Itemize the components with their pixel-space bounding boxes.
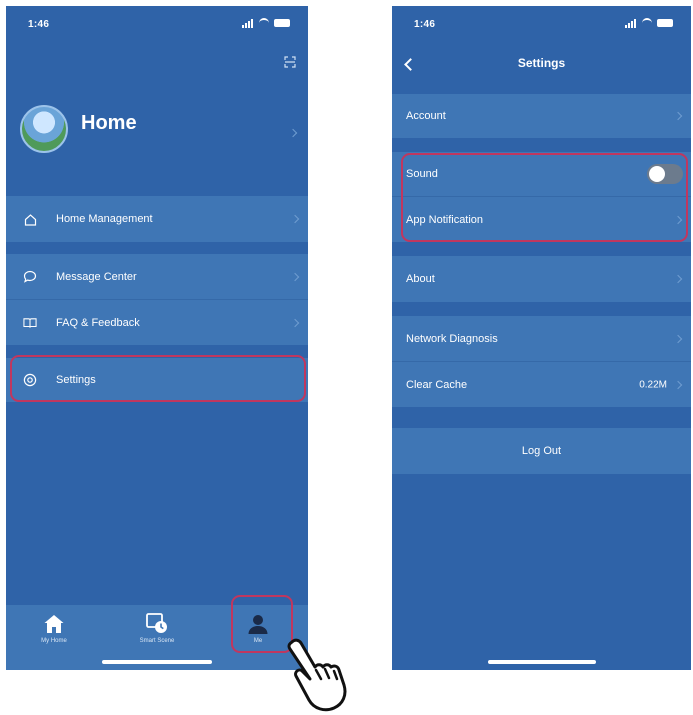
settings-row-about[interactable]: About bbox=[392, 256, 691, 302]
row-label: Network Diagnosis bbox=[406, 332, 498, 345]
signal-icon bbox=[242, 18, 254, 28]
chevron-right-icon bbox=[673, 380, 683, 389]
menu-item-label: Home Management bbox=[56, 213, 153, 225]
status-time: 1:46 bbox=[28, 19, 50, 30]
status-bar: 1:46 bbox=[6, 6, 308, 40]
settings-screen: 1:46 Settings Account Sound App Notifica… bbox=[392, 6, 691, 670]
sound-notification-highlight bbox=[401, 153, 688, 242]
status-time: 1:46 bbox=[414, 19, 436, 30]
pointing-hand-icon bbox=[287, 638, 347, 712]
settings-row-clear-cache[interactable]: Clear Cache 0.22M bbox=[392, 362, 691, 407]
home-indicator bbox=[102, 660, 212, 664]
menu-item-home-management[interactable]: Home Management bbox=[6, 196, 308, 242]
menu-item-label: Message Center bbox=[56, 270, 137, 283]
cache-size-value: 0.22M bbox=[639, 379, 667, 390]
chevron-right-icon bbox=[673, 111, 683, 121]
home-icon bbox=[24, 609, 84, 635]
chevron-right-icon bbox=[288, 128, 298, 138]
house-outline-icon bbox=[23, 212, 37, 226]
chevron-right-icon bbox=[290, 214, 300, 224]
settings-row-network-diagnosis[interactable]: Network Diagnosis bbox=[392, 316, 691, 361]
home-indicator bbox=[487, 660, 596, 664]
home-avatar[interactable] bbox=[20, 105, 68, 153]
home-name[interactable]: Home bbox=[81, 112, 137, 135]
battery-icon bbox=[274, 19, 290, 27]
status-bar: 1:46 bbox=[392, 6, 691, 40]
scene-clock-icon bbox=[127, 609, 187, 635]
tab-my-home[interactable]: My Home bbox=[24, 609, 84, 644]
book-icon bbox=[23, 316, 37, 330]
chevron-right-icon bbox=[673, 274, 683, 284]
page-title: Settings bbox=[517, 56, 566, 70]
log-out-button[interactable]: Log Out bbox=[392, 428, 691, 474]
chevron-right-icon bbox=[290, 318, 300, 327]
tab-smart-scene[interactable]: Smart Scene bbox=[127, 609, 187, 644]
menu-item-faq-feedback[interactable]: FAQ & Feedback bbox=[6, 300, 308, 345]
row-label: Account bbox=[406, 110, 446, 122]
settings-highlight bbox=[10, 355, 306, 402]
chevron-right-icon bbox=[290, 272, 300, 281]
wifi-icon bbox=[642, 18, 652, 28]
log-out-label: Log Out bbox=[521, 445, 562, 457]
menu-item-label: FAQ & Feedback bbox=[56, 316, 140, 329]
tab-label: Smart Scene bbox=[139, 638, 175, 644]
row-label: Clear Cache bbox=[406, 378, 468, 391]
signal-icon bbox=[625, 18, 637, 28]
scan-icon[interactable] bbox=[284, 56, 296, 68]
chevron-right-icon bbox=[673, 334, 683, 343]
row-label: About bbox=[406, 273, 435, 285]
settings-row-account[interactable]: Account bbox=[392, 94, 691, 138]
menu-item-message-center[interactable]: Message Center bbox=[6, 254, 308, 299]
wifi-icon bbox=[259, 18, 269, 28]
chat-bubble-icon bbox=[23, 270, 37, 284]
tab-label: My Home bbox=[41, 638, 67, 644]
me-screen: 1:46 Home Home Management Message Center… bbox=[6, 6, 308, 670]
battery-icon bbox=[657, 19, 673, 27]
